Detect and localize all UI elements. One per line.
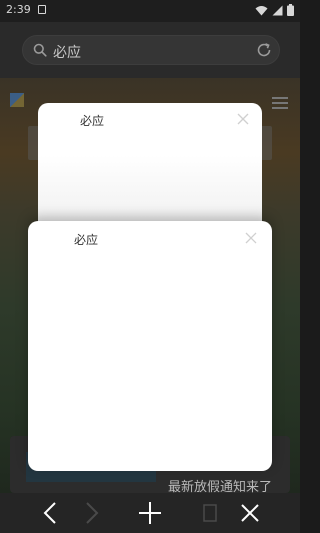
tab-switcher-button[interactable] [190, 493, 230, 533]
menu-icon [272, 97, 288, 112]
close-tab-icon[interactable] [245, 232, 257, 244]
tab-title: 必应 [74, 233, 99, 247]
wifi-icon [255, 5, 268, 15]
back-button[interactable] [30, 493, 70, 533]
signal-icon [272, 5, 283, 15]
refresh-icon[interactable] [255, 41, 273, 59]
plus-icon [139, 502, 161, 524]
address-text: 必应 [53, 45, 81, 61]
status-icons [255, 4, 294, 16]
close-all-tabs-button[interactable] [230, 493, 270, 533]
notification-icon [38, 5, 46, 14]
bing-logo-icon [10, 93, 24, 107]
forward-button[interactable] [72, 493, 112, 533]
close-icon [241, 504, 259, 522]
search-icon [33, 43, 47, 57]
browser-toolbar: 必应 [0, 22, 300, 78]
chevron-right-icon [86, 502, 99, 524]
tab-card[interactable]: 必应 [38, 103, 262, 233]
close-tab-icon[interactable] [237, 113, 249, 125]
tab-card-active[interactable]: 必应 [28, 221, 272, 471]
address-bar[interactable]: 必应 [22, 35, 280, 65]
tabs-icon [203, 504, 217, 522]
battery-icon [287, 4, 294, 16]
new-tab-button[interactable] [130, 493, 170, 533]
tab-title: 必应 [80, 114, 105, 128]
chevron-left-icon [43, 502, 56, 524]
bottom-toolbar [0, 493, 300, 533]
status-time: 2:39 [6, 3, 31, 16]
status-bar: 2:39 [0, 0, 300, 22]
